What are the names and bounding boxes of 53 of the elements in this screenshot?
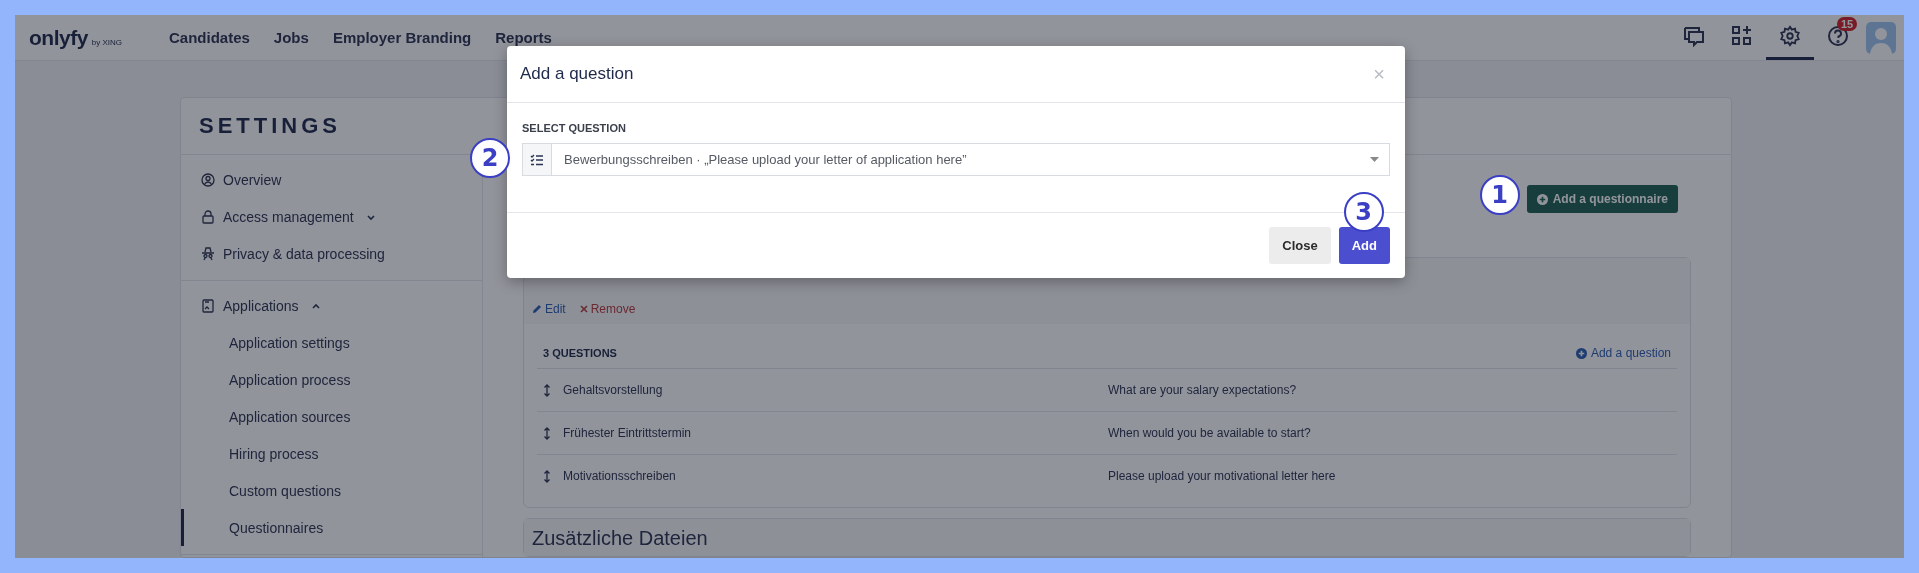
edit-link[interactable]: Edit — [532, 302, 566, 316]
spy-icon — [201, 246, 215, 261]
table-cell-text: Frühester Eintrittstermin — [563, 426, 693, 440]
logo-suffix: by XING — [91, 37, 123, 47]
close-icon — [579, 305, 588, 313]
nav-link[interactable]: Jobs — [273, 29, 309, 46]
add-question-link[interactable]: Add a question — [1575, 346, 1671, 360]
drag-handle-icon[interactable] — [543, 469, 551, 483]
add-button[interactable]: Add — [1338, 227, 1390, 264]
step-marker: 3 — [1343, 192, 1384, 232]
sidebar-item[interactable]: Application sources — [181, 398, 482, 435]
select-field[interactable]: Bewerbungsschreiben · „Please upload your letter of application here” — [522, 143, 1390, 176]
field-label: SELECT QUESTION — [522, 122, 627, 134]
pencil-icon — [532, 304, 542, 314]
user-icon — [201, 172, 215, 187]
sidebar-item[interactable]: Hiring process — [181, 435, 482, 472]
plus-circle-icon — [1575, 347, 1587, 359]
add-questionnaire-button[interactable]: Add a questionnaire — [1526, 185, 1678, 213]
sidebar-item[interactable]: Application process — [181, 361, 482, 398]
sidebar-item[interactable]: Custom questions — [181, 472, 482, 509]
page-title: SETTINGS — [199, 113, 341, 139]
modal-title: Add a question — [520, 64, 634, 84]
drag-handle-icon[interactable] — [543, 426, 551, 440]
toolbar-button[interactable]: 15 — [1814, 15, 1862, 60]
nav-link[interactable]: Reports — [495, 29, 552, 46]
step-marker: 1 — [1479, 175, 1520, 215]
checklist-icon — [530, 153, 544, 166]
notification-badge: 15 — [1837, 17, 1858, 31]
close-button[interactable]: Close — [1269, 227, 1331, 264]
plus-circle-icon — [1536, 193, 1548, 205]
sidebar-item[interactable]: Access management — [181, 198, 482, 235]
settings-icon — [1779, 25, 1801, 47]
logo[interactable]: onlyfy — [29, 25, 88, 50]
chat-icon — [1683, 25, 1705, 47]
caret-icon — [1370, 157, 1379, 162]
sidebar-item[interactable]: Questionnaires — [181, 509, 482, 546]
sidebar-item[interactable]: Application settings — [181, 324, 482, 361]
sidebar-item[interactable]: Applications — [181, 287, 482, 324]
table-cell-text: Motivationsschreiben — [563, 469, 677, 483]
question-count: 3 QUESTIONS — [543, 347, 617, 359]
document-icon — [201, 298, 215, 313]
sidebar-item[interactable]: Privacy & data processing — [181, 235, 482, 272]
table-cell: What are your salary expectations? — [1108, 383, 1297, 397]
remove-link[interactable]: Remove — [579, 302, 636, 316]
lock-icon — [201, 209, 215, 224]
nav-link[interactable]: Candidates — [169, 29, 250, 46]
apps-add-icon — [1731, 25, 1753, 47]
table-cell-text: Gehaltsvorstellung — [563, 383, 664, 397]
table-cell: When would you be available to start? — [1108, 426, 1311, 440]
questionnaire-title: Zusätzliche Dateien — [532, 527, 709, 550]
table-cell: Please upload your motivational letter here — [1108, 469, 1336, 483]
drag-handle-icon[interactable] — [543, 383, 551, 397]
nav-link[interactable]: Employer Branding — [332, 29, 472, 46]
